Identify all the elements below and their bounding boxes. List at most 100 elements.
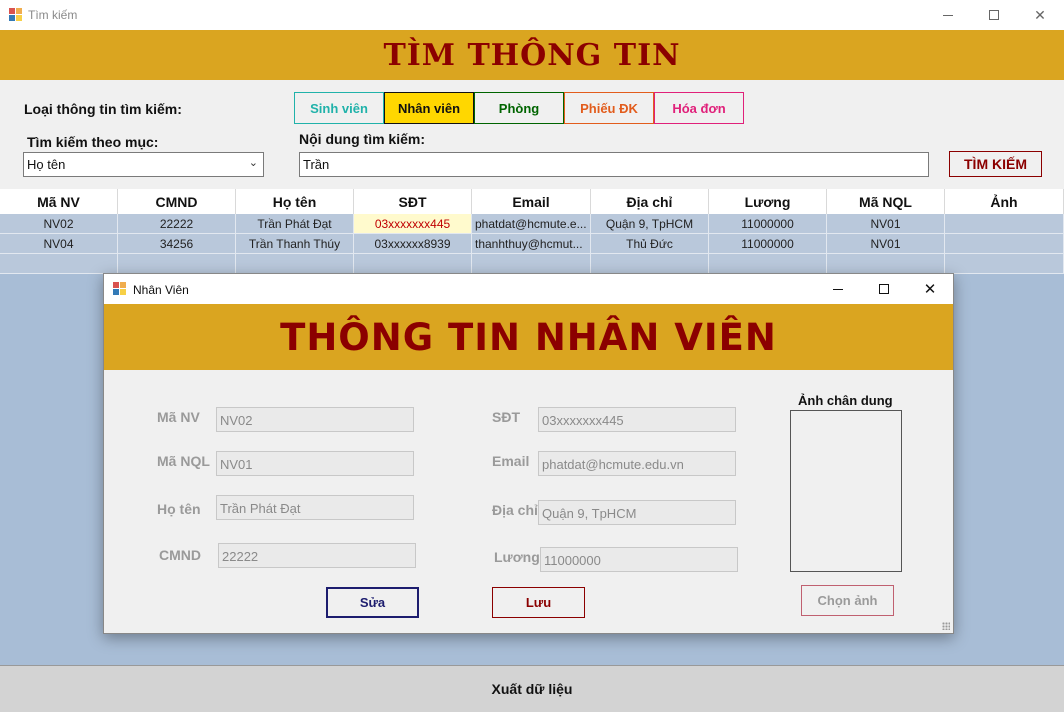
app-icon [113,282,126,295]
dialog-maximize-button[interactable] [861,274,907,304]
page-title: TÌM THÔNG TIN [383,37,681,73]
type-button-phong[interactable]: Phòng [474,92,564,124]
table-cell[interactable] [472,254,591,274]
table-cell[interactable] [827,254,945,274]
table-cell[interactable] [709,254,827,274]
luong-field[interactable]: 11000000 [540,547,738,572]
search-by-label: Tìm kiếm theo mục: [27,134,159,150]
search-input[interactable]: Trần [299,152,929,177]
table-cell[interactable] [945,214,1064,234]
photo-label: Ảnh chân dung [798,393,893,408]
edit-button[interactable]: Sửa [326,587,419,618]
ma-nql-field[interactable]: NV01 [216,451,414,476]
table-cell[interactable]: Quận 9, TpHCM [591,214,709,234]
dialog-minimize-button[interactable] [815,274,861,304]
table-cell[interactable]: 34256 [118,234,236,254]
table-cell[interactable]: Trần Phát Đạt [236,214,354,234]
search-content-label: Nội dung tìm kiếm: [299,131,425,147]
app-icon [9,8,22,21]
maximize-icon [989,10,999,20]
column-header[interactable]: Mã NQL [827,189,945,214]
table-cell[interactable] [354,254,472,274]
dialog-title-bar: Nhân Viên ✕ [104,274,953,304]
column-header[interactable]: Lương [709,189,827,214]
employee-dialog: Nhân Viên ✕ THÔNG TIN NHÂN VIÊN Mã NV NV… [103,273,954,634]
header-banner: TÌM THÔNG TIN [0,30,1064,80]
table-cell[interactable]: 11000000 [709,234,827,254]
column-header[interactable]: Họ tên [236,189,354,214]
minimize-icon [833,288,843,290]
dialog-heading: THÔNG TIN NHÂN VIÊN [280,315,777,359]
table-cell[interactable]: 03xxxxxx8939 [354,234,472,254]
maximize-icon [879,284,889,294]
column-header[interactable]: Mã NV [0,189,118,214]
ma-nv-field[interactable]: NV02 [216,407,414,432]
dialog-close-button[interactable]: ✕ [907,274,953,304]
resize-grip-icon[interactable] [942,622,950,630]
ma-nql-label: Mã NQL [157,453,210,469]
table-cell[interactable] [945,234,1064,254]
email-field[interactable]: phatdat@hcmute.edu.vn [538,451,736,476]
table-cell[interactable]: phatdat@hcmute.e... [472,214,591,234]
search-by-select[interactable]: Họ tên ⌄ [23,152,264,177]
table-row[interactable]: NV04 34256 Trần Thanh Thúy 03xxxxxx8939 … [0,234,1064,254]
table-cell[interactable] [0,254,118,274]
chevron-down-icon: ⌄ [248,157,258,169]
column-header[interactable]: SĐT [354,189,472,214]
column-header[interactable]: Email [472,189,591,214]
export-button[interactable]: Xuất dữ liệu [0,665,1064,712]
table-cell[interactable]: 11000000 [709,214,827,234]
table-cell[interactable]: NV02 [0,214,118,234]
photo-box [790,410,902,572]
dia-chi-field[interactable]: Quận 9, TpHCM [538,500,736,525]
cmnd-label: CMND [159,547,201,563]
table-cell[interactable] [591,254,709,274]
close-icon: ✕ [923,281,937,298]
type-button-hoa-don[interactable]: Hóa đơn [654,92,744,124]
search-button[interactable]: TÌM KIẾM [949,151,1042,177]
type-button-nhan-vien[interactable]: Nhân viên [384,92,474,124]
window-title: Tìm kiếm [28,8,78,22]
close-icon: ✕ [1034,6,1046,23]
column-header[interactable]: Địa chỉ [591,189,709,214]
grid-header: Mã NV CMND Họ tên SĐT Email Địa chỉ Lươn… [0,189,1064,214]
column-header[interactable]: Ảnh [945,189,1064,214]
email-label: Email [492,453,530,469]
search-type-label: Loại thông tin tìm kiếm: [24,101,182,117]
cmnd-field[interactable]: 22222 [218,543,416,568]
dialog-banner: THÔNG TIN NHÂN VIÊN [104,304,953,370]
maximize-button[interactable] [971,0,1017,30]
table-cell[interactable] [236,254,354,274]
ma-nv-label: Mã NV [157,409,200,425]
dialog-title: Nhân Viên [133,283,189,297]
table-cell[interactable]: Thủ Đức [591,234,709,254]
minimize-icon [943,14,953,16]
column-header[interactable]: CMND [118,189,236,214]
search-by-value: Họ tên [27,157,66,172]
choose-photo-button[interactable]: Chọn ảnh [801,585,894,616]
table-row-empty[interactable] [0,254,1064,274]
minimize-button[interactable] [925,0,971,30]
sdt-label: SĐT [492,409,520,425]
save-button[interactable]: Lưu [492,587,585,618]
table-cell[interactable]: 22222 [118,214,236,234]
close-button[interactable]: ✕ [1017,0,1063,30]
table-cell-selected[interactable]: 03xxxxxxx445 [354,214,472,234]
dia-chi-label: Địa chỉ [492,502,538,518]
type-button-phieu-dk[interactable]: Phiếu ĐK [564,92,654,124]
luong-label: Lương [494,549,540,565]
sdt-field[interactable]: 03xxxxxxx445 [538,407,736,432]
table-cell[interactable] [118,254,236,274]
table-cell[interactable]: thanhthuy@hcmut... [472,234,591,254]
table-cell[interactable]: NV04 [0,234,118,254]
table-cell[interactable]: NV01 [827,214,945,234]
title-bar: Tìm kiếm ✕ [0,0,1064,30]
type-button-sinh-vien[interactable]: Sinh viên [294,92,384,124]
table-cell[interactable] [945,254,1064,274]
table-cell[interactable]: NV01 [827,234,945,254]
ho-ten-field[interactable]: Trần Phát Đạt [216,495,414,520]
table-cell[interactable]: Trần Thanh Thúy [236,234,354,254]
table-row[interactable]: NV02 22222 Trần Phát Đạt 03xxxxxxx445 ph… [0,214,1064,234]
search-window: Tìm kiếm ✕ TÌM THÔNG TIN Loại thông tin … [0,0,1064,712]
ho-ten-label: Họ tên [157,501,201,517]
